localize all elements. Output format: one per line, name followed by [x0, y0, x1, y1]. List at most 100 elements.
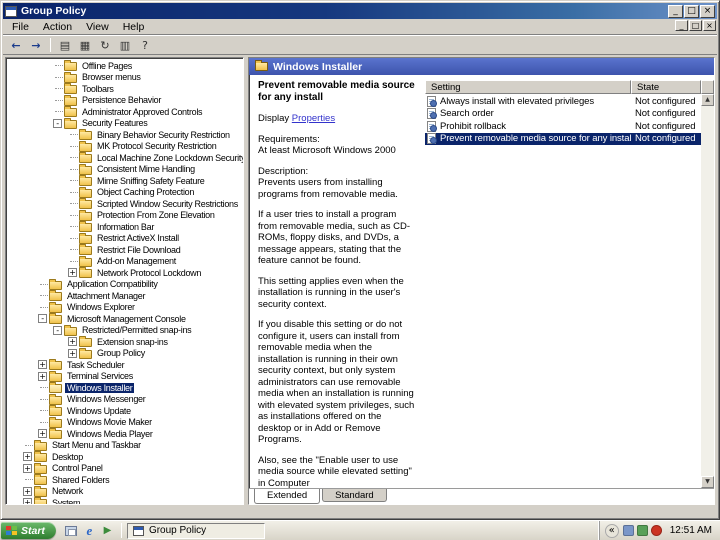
- collapse-toggle[interactable]: -: [53, 325, 62, 335]
- child-close-button[interactable]: ×: [703, 20, 716, 31]
- tree-item-start-menu-and-taskbar[interactable]: Start Menu and Taskbar: [6, 439, 243, 452]
- tree-item-scripted-window-security-restrictions[interactable]: Scripted Window Security Restrictions: [6, 198, 243, 210]
- scroll-up-button[interactable]: ▲: [701, 94, 714, 106]
- tree-item-toolbars[interactable]: Toolbars: [6, 83, 243, 95]
- expand-toggle[interactable]: +: [68, 337, 77, 347]
- tree-item-persistence-behavior[interactable]: Persistence Behavior: [6, 94, 243, 107]
- properties-button[interactable]: ▦: [75, 37, 95, 54]
- tree-item-add-on-management[interactable]: Add-on Management: [6, 255, 243, 268]
- start-button[interactable]: Start: [1, 522, 56, 539]
- media-player-icon[interactable]: ▶: [100, 524, 115, 538]
- expand-toggle[interactable]: +: [23, 452, 32, 462]
- show-console-tree-button[interactable]: ▤: [55, 37, 75, 54]
- expand-toggle[interactable]: +: [38, 429, 47, 439]
- show-desktop-icon[interactable]: [64, 524, 79, 538]
- tree-item-protection-from-zone-elevation[interactable]: Protection From Zone Elevation: [6, 209, 243, 222]
- tree-item-attachment-manager[interactable]: Attachment Manager: [6, 290, 243, 302]
- tree-item-restrict-activex-install[interactable]: Restrict ActiveX Install: [6, 232, 243, 245]
- policy-setting-icon: [427, 108, 437, 120]
- tree-item-task-scheduler[interactable]: + Task Scheduler: [6, 359, 243, 371]
- tray-chevron-button[interactable]: «: [604, 523, 619, 538]
- tree-item-control-panel[interactable]: + Control Panel: [6, 462, 243, 475]
- minimize-button[interactable]: _: [668, 4, 683, 18]
- folder-icon: [64, 324, 77, 336]
- expand-toggle[interactable]: +: [23, 486, 32, 496]
- expand-toggle[interactable]: +: [38, 371, 47, 381]
- tree-item-windows-installer[interactable]: Windows Installer: [6, 382, 243, 394]
- tree-item-application-compatibility[interactable]: Application Compatibility: [6, 278, 243, 291]
- forward-button[interactable]: →: [26, 37, 46, 54]
- tree-item-network[interactable]: + Network: [6, 485, 243, 498]
- menu-help[interactable]: Help: [116, 20, 152, 34]
- child-maximize-button[interactable]: □: [689, 20, 702, 31]
- group-policy-window: Group Policy _ □ × File Action View Help _ □ × ←…: [0, 0, 720, 520]
- back-button[interactable]: ←: [6, 37, 26, 54]
- tree-item-windows-movie-maker[interactable]: Windows Movie Maker: [6, 416, 243, 429]
- folder-icon: [49, 301, 62, 313]
- tree-item-offline-pages[interactable]: Offline Pages: [6, 60, 243, 72]
- tree-item-windows-messenger[interactable]: Windows Messenger: [6, 393, 243, 406]
- internet-explorer-icon[interactable]: e: [82, 523, 97, 538]
- tree-item-security-features[interactable]: - Security Features: [6, 117, 243, 130]
- tree-item-restrict-file-download[interactable]: Restrict File Download: [6, 244, 243, 256]
- tree-item-terminal-services[interactable]: + Terminal Services: [6, 370, 243, 383]
- export-list-button[interactable]: ▥: [115, 37, 135, 54]
- expand-toggle[interactable]: +: [68, 268, 77, 278]
- tree-item-local-machine-zone-lockdown-security[interactable]: Local Machine Zone Lockdown Security: [6, 152, 243, 164]
- tree-item-windows-update[interactable]: Windows Update: [6, 405, 243, 417]
- settings-row-search-order[interactable]: Search order Not configured: [425, 108, 701, 121]
- tree-item-mk-protocol-security-restriction[interactable]: MK Protocol Security Restriction: [6, 140, 243, 153]
- taskbar-task-group-policy[interactable]: Group Policy: [126, 522, 265, 539]
- settings-row-prohibit-rollback[interactable]: Prohibit rollback Not configured: [425, 120, 701, 133]
- tree-item-network-protocol-lockdown[interactable]: + Network Protocol Lockdown: [6, 267, 243, 279]
- tray-status-icon[interactable]: [622, 525, 634, 536]
- tree-item-consistent-mime-handling[interactable]: Consistent Mime Handling: [6, 163, 243, 176]
- menu-file[interactable]: File: [5, 20, 36, 34]
- tab-standard[interactable]: Standard: [322, 489, 387, 502]
- tree-item-object-caching-protection[interactable]: Object Caching Protection: [6, 186, 243, 199]
- tree-item-group-policy[interactable]: + Group Policy: [6, 347, 243, 360]
- refresh-button[interactable]: ↻: [95, 37, 115, 54]
- tree-item-windows-media-player[interactable]: + Windows Media Player: [6, 428, 243, 440]
- tray-alert-icon[interactable]: [650, 525, 662, 536]
- column-header-setting[interactable]: Setting: [425, 80, 631, 94]
- tree-item-label: Windows Update: [67, 405, 131, 416]
- tab-extended[interactable]: Extended: [254, 489, 321, 504]
- tray-app-icon[interactable]: [636, 525, 648, 536]
- settings-row-prevent-removable-media-source-for-any-install[interactable]: Prevent removable media source for any i…: [425, 132, 701, 145]
- title-bar[interactable]: Group Policy _ □ ×: [3, 3, 717, 19]
- tree-item-system[interactable]: + System: [6, 497, 243, 504]
- tree-item-windows-explorer[interactable]: Windows Explorer: [6, 301, 243, 314]
- collapse-toggle[interactable]: -: [53, 118, 62, 128]
- expand-toggle[interactable]: +: [38, 360, 47, 370]
- expand-toggle[interactable]: +: [68, 348, 77, 358]
- menu-view[interactable]: View: [79, 20, 116, 34]
- tree-item-information-bar[interactable]: Information Bar: [6, 221, 243, 233]
- help-button[interactable]: ?: [135, 37, 155, 54]
- menu-action[interactable]: Action: [36, 20, 79, 34]
- close-button[interactable]: ×: [700, 4, 715, 18]
- tree-item-mime-sniffing-safety-feature[interactable]: Mime Sniffing Safety Feature: [6, 175, 243, 187]
- expand-toggle[interactable]: +: [23, 498, 32, 504]
- tree-item-browser-menus[interactable]: Browser menus: [6, 71, 243, 84]
- column-header-state[interactable]: State: [631, 80, 701, 94]
- tree-item-label: Offline Pages: [82, 60, 132, 71]
- tree-item-extension-snap-ins[interactable]: + Extension snap-ins: [6, 336, 243, 348]
- tree-item-desktop[interactable]: + Desktop: [6, 451, 243, 463]
- setting-state: Not configured: [635, 133, 696, 145]
- maximize-button[interactable]: □: [684, 4, 699, 18]
- tree-item-binary-behavior-security-restriction[interactable]: Binary Behavior Security Restriction: [6, 129, 243, 141]
- tree-item-microsoft-management-console[interactable]: - Microsoft Management Console: [6, 313, 243, 325]
- collapse-toggle[interactable]: -: [38, 314, 47, 324]
- tree-item-label: Browser menus: [82, 72, 141, 83]
- list-scrollbar[interactable]: ▲ ▼: [701, 94, 714, 488]
- scroll-track[interactable]: [701, 106, 714, 476]
- expand-toggle[interactable]: +: [23, 463, 32, 473]
- tree-item-administrator-approved-controls[interactable]: Administrator Approved Controls: [6, 106, 243, 118]
- tree-item-restricted-permitted-snap-ins[interactable]: - Restricted/Permitted snap-ins: [6, 324, 243, 337]
- tree-item-shared-folders[interactable]: Shared Folders: [6, 474, 243, 486]
- settings-row-always-install-with-elevated-privileges[interactable]: Always install with elevated privileges N…: [425, 95, 701, 108]
- scroll-down-button[interactable]: ▼: [701, 476, 714, 488]
- display-properties-link[interactable]: Properties: [292, 113, 335, 124]
- child-minimize-button[interactable]: _: [675, 20, 688, 31]
